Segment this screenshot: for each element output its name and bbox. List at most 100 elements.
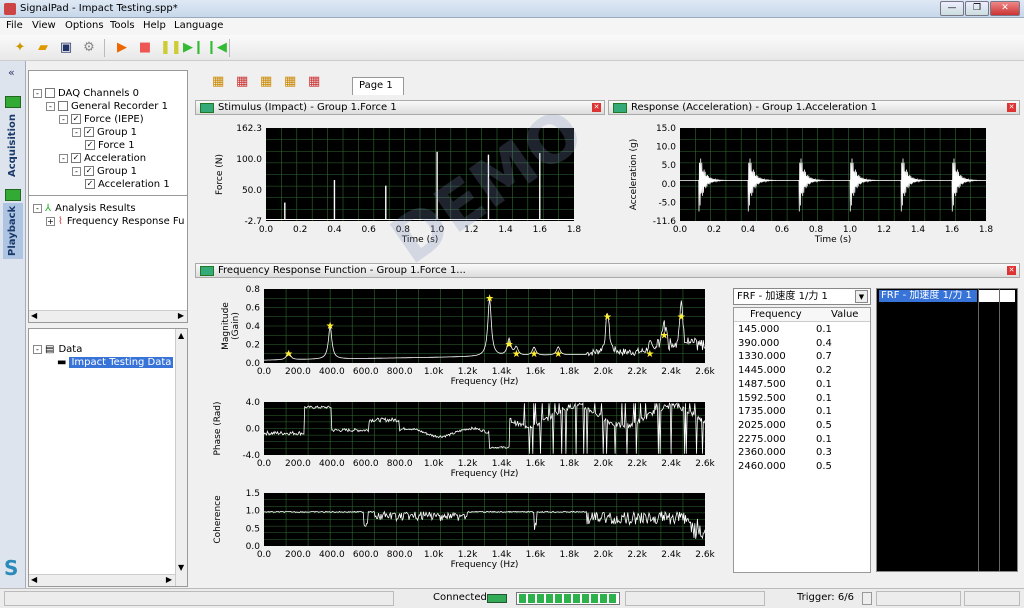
x-tick-label: 1.0 [843, 225, 858, 235]
cell-frequency: 1487.500 [738, 378, 786, 390]
y-tick-label: 0.0 [246, 425, 261, 435]
peak-table: Frequency Value 145.000 0.1 390.000 0.4 1330… [733, 307, 871, 573]
peak-marker-icon[interactable]: ★ [603, 312, 612, 323]
magnitude-plot[interactable]: 0.80.60.40.20.00.0 200.0 400.0 600.0 800.0 1.… [221, 285, 716, 387]
peak-marker-icon[interactable]: ★ [677, 312, 686, 323]
x-tick-label: 1.6k [526, 367, 546, 377]
y-tick-label: 162.3 [236, 124, 262, 134]
coherence-plot[interactable]: 1.51.00.50.00.0 200.0 400.0 600.0 800.0 1.0k 1… [213, 489, 716, 570]
x-tick-label: 0.2 [707, 225, 721, 235]
peak-marker-icon[interactable]: ★ [512, 349, 521, 360]
progress-segment [528, 594, 535, 603]
stimulus-plot[interactable]: 162.3100.050.0-2.70.0 0.2 0.4 0.6 0.8 1.0 1.2 1… [215, 124, 581, 245]
y-axis-label: Acceleration (g) [629, 139, 639, 211]
peak-marker-icon[interactable]: ★ [645, 349, 654, 360]
x-tick-label: 1.0k [424, 367, 444, 377]
x-tick-label: 0.2 [293, 225, 307, 235]
table-row[interactable]: 1487.500 0.1 [738, 379, 866, 393]
x-tick-label: 1.0 [430, 225, 445, 235]
x-tick-label: 2.2k [627, 459, 647, 469]
x-tick-label: 1.4 [911, 225, 926, 235]
connection-led-icon [487, 594, 507, 603]
frf-select[interactable]: FRF - 加速度 1/力 1 ▼ [733, 288, 871, 305]
column-header-value[interactable]: Value [831, 309, 858, 320]
frf-select-value: FRF - 加速度 1/力 1 [737, 291, 828, 302]
table-row[interactable]: 145.000 0.1 [738, 324, 866, 338]
grid-cell[interactable] [979, 290, 1015, 302]
dropdown-chevron-icon[interactable]: ▼ [855, 290, 868, 303]
status-cell [876, 591, 961, 606]
x-tick-label: 1.4k [492, 459, 512, 469]
x-tick-label: 800.0 [387, 459, 413, 469]
progress-segment [555, 594, 562, 603]
table-row[interactable]: 2460.000 0.5 [738, 461, 866, 475]
x-tick-label: 1.2 [464, 225, 478, 235]
x-tick-label: 2.2k [627, 367, 647, 377]
y-tick-label: 5.0 [662, 161, 677, 171]
cell-frequency: 2025.000 [738, 419, 786, 431]
y-tick-label: -5.0 [658, 198, 676, 208]
peak-marker-icon[interactable]: ★ [530, 349, 539, 360]
cell-frequency: 1330.000 [738, 351, 786, 363]
x-tick-label: 0.8 [396, 225, 411, 235]
column-header-frequency[interactable]: Frequency [750, 309, 802, 320]
x-tick-label: 1.6 [533, 225, 548, 235]
progress-segment [573, 594, 580, 603]
x-axis-label: Frequency (Hz) [451, 469, 519, 479]
x-tick-label: 2.4k [661, 459, 681, 469]
cell-value: 0.7 [816, 351, 832, 363]
y-tick-label: 0.2 [246, 341, 260, 351]
peak-marker-icon[interactable]: ★ [660, 330, 669, 341]
x-tick-label: 1.4k [492, 550, 512, 560]
x-tick-label: 0.0 [257, 459, 272, 469]
x-tick-label: 400.0 [319, 550, 345, 560]
x-tick-label: 600.0 [353, 367, 379, 377]
y-axis-label: Coherence [213, 495, 223, 544]
peak-marker-icon[interactable]: ★ [326, 321, 335, 332]
x-tick-label: 0.4 [741, 225, 756, 235]
x-tick-label: 0.0 [673, 225, 688, 235]
y-axis-label: Phase (Rad) [213, 401, 223, 455]
cell-frequency: 1592.500 [738, 392, 786, 404]
trigger-status: Trigger: 6/6 [797, 592, 854, 603]
x-tick-label: 0.6 [775, 225, 790, 235]
x-tick-label: 1.6k [526, 550, 546, 560]
cell-value: 0.5 [816, 419, 832, 431]
x-tick-label: 0.6 [362, 225, 377, 235]
peak-marker-icon[interactable]: ★ [284, 349, 293, 360]
progress-segment [546, 594, 553, 603]
table-row[interactable]: 1592.500 0.1 [738, 393, 866, 407]
progress-segment [519, 594, 526, 603]
buffer-progress [516, 592, 620, 605]
x-tick-label: 1.8k [560, 459, 580, 469]
peak-marker-icon[interactable]: ★ [554, 349, 563, 360]
x-axis-label: Time (s) [814, 235, 852, 245]
x-tick-label: 2.2k [627, 550, 647, 560]
table-row[interactable]: 2360.000 0.3 [738, 447, 866, 461]
table-row[interactable]: 390.000 0.4 [738, 338, 866, 352]
cell-frequency: 145.000 [738, 324, 780, 335]
table-row[interactable]: 1445.000 0.2 [738, 365, 866, 379]
table-row[interactable]: 1330.000 0.7 [738, 351, 866, 365]
x-tick-label: 1.8 [567, 225, 582, 235]
x-tick-label: 1.0k [424, 550, 444, 560]
x-axis-label: Frequency (Hz) [451, 560, 519, 570]
y-tick-label: 0.5 [246, 524, 260, 534]
frf-highlight-cell[interactable]: FRF - 加速度 1/力 1 [879, 290, 977, 302]
peak-marker-icon[interactable]: ★ [485, 293, 494, 304]
phase-plot[interactable]: 4.00.0-4.00.0 200.0 400.0 600.0 800.0 1.0k 1.2… [213, 398, 716, 479]
x-tick-label: 600.0 [353, 459, 379, 469]
x-tick-label: 0.8 [809, 225, 824, 235]
y-tick-label: 4.0 [246, 398, 261, 408]
x-tick-label: 200.0 [285, 459, 311, 469]
table-row[interactable]: 2275.000 0.1 [738, 434, 866, 448]
x-tick-label: 600.0 [353, 550, 379, 560]
response-plot[interactable]: 15.010.05.00.0-5.0-11.60.0 0.2 0.4 0.6 0.8 1.… [629, 124, 993, 245]
table-row[interactable]: 2025.000 0.5 [738, 420, 866, 434]
y-tick-label: 10.0 [656, 143, 676, 153]
x-tick-label: 400.0 [319, 367, 345, 377]
table-row[interactable]: 1735.000 0.1 [738, 406, 866, 420]
x-tick-label: 0.0 [259, 225, 274, 235]
progress-segment [600, 594, 607, 603]
x-axis-label: Time (s) [401, 235, 439, 245]
